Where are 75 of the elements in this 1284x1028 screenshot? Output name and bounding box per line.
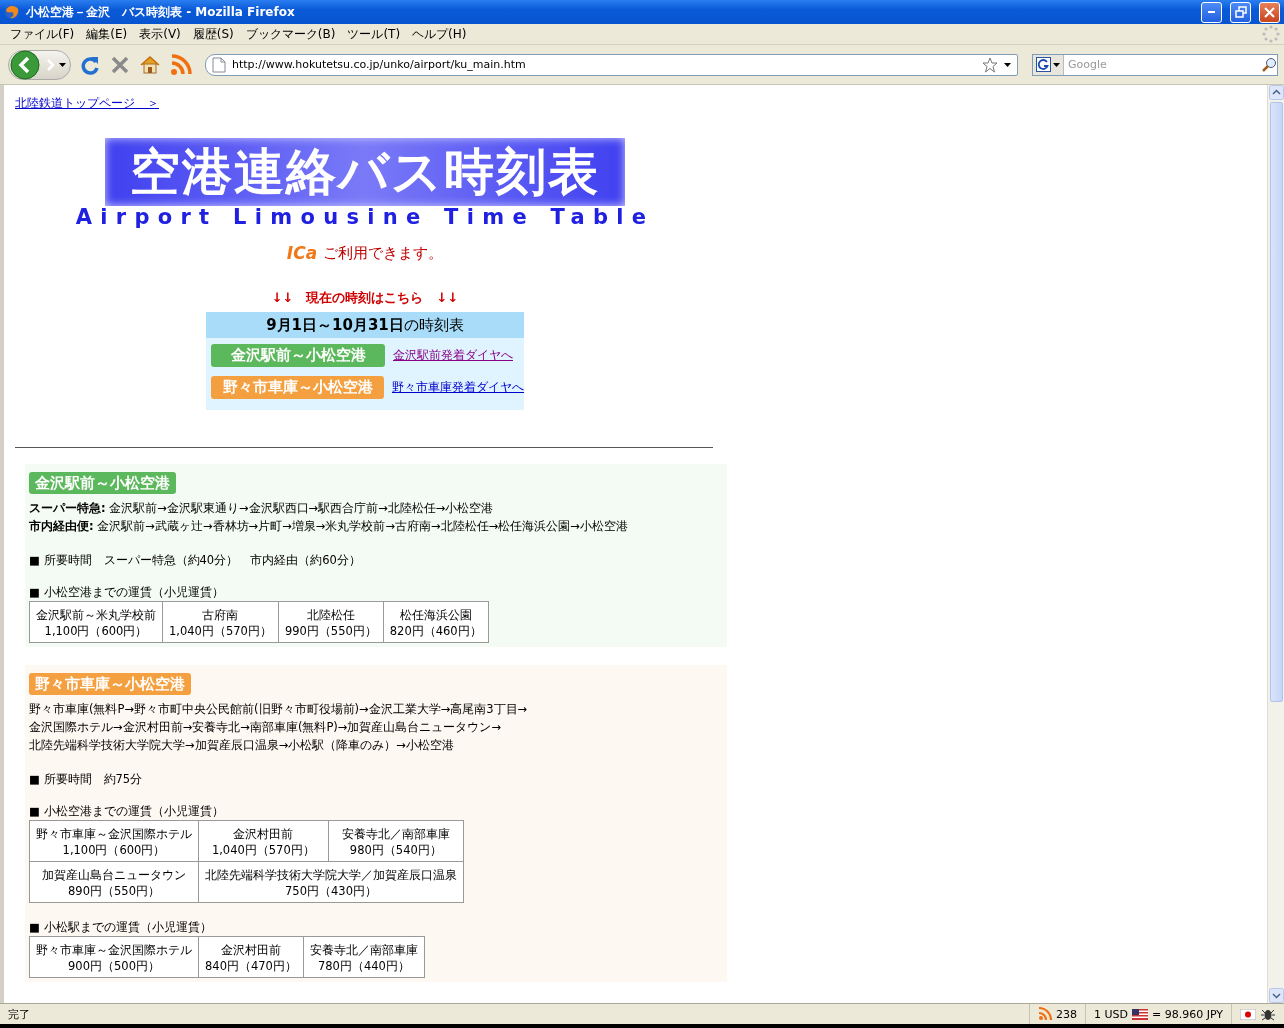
feed-count: 238 — [1055, 1007, 1077, 1021]
route-badge: 野々市車庫～小松空港 — [211, 376, 384, 399]
search-icon[interactable] — [1261, 56, 1277, 73]
ic-card-notice: ご利用できます。 — [323, 243, 444, 263]
currency-amount: 1 USD — [1093, 1007, 1128, 1021]
feed-icon[interactable] — [1037, 1007, 1052, 1021]
address-field[interactable]: http://www.hokutetsu.co.jp/unko/airport/ku_main.htm — [205, 53, 1018, 76]
back-button-icon[interactable] — [9, 49, 41, 80]
route-stops: スーパー特急: 金沢駅前→金沢駅東通り→金沢駅西口→駅西合庁前→北陸松任→小松空港 — [29, 500, 495, 516]
search-field[interactable]: Google — [1064, 58, 1261, 71]
fare-cell: 北陸先端科学技術大学院大学／加賀産辰口温泉 750円（430円） — [198, 861, 464, 903]
menu-item[interactable]: 編集(E) — [82, 25, 136, 43]
close-button[interactable] — [1259, 1, 1280, 23]
scrollbar[interactable] — [1267, 85, 1284, 1003]
top-page-link[interactable]: 北陸鉄道トップページ ＞ — [15, 95, 159, 112]
fare-cell: 金沢村田前 1,040円（570円） — [198, 820, 329, 862]
fare-table-title: ■ 小松空港までの運賃（小児運賃） — [29, 584, 225, 600]
feed-icon[interactable] — [169, 52, 193, 77]
search-engine-icon — [1036, 57, 1051, 72]
flag-icon — [1240, 1008, 1256, 1020]
home-icon[interactable] — [139, 53, 161, 76]
scroll-down-icon[interactable] — [1268, 988, 1284, 1003]
restore-button[interactable] — [1230, 1, 1251, 23]
fare-cell: 安養寺北／南部車庫 980円（540円） — [328, 820, 464, 862]
close-icon — [1264, 6, 1275, 18]
timetable-link[interactable]: 金沢駅前発着ダイヤへ — [393, 347, 513, 364]
minimize-icon — [1208, 11, 1215, 13]
timetable-link[interactable]: 野々市車庫発着ダイヤへ — [392, 379, 524, 396]
scrollbar-thumb[interactable] — [1269, 102, 1283, 702]
fare-cell: 野々市車庫～金沢国際ホテル 1,100円（600円） — [29, 820, 199, 862]
loading-throbber-icon — [1262, 25, 1280, 43]
window-title: 小松空港－金沢 バス時刻表 - Mozilla Firefox — [26, 3, 296, 21]
route-badge: 金沢駅前～小松空港 — [29, 472, 176, 494]
status-text: 完了 — [7, 1006, 31, 1022]
banner-title: 空港連絡バス時刻表 — [105, 138, 625, 206]
route-stops: 北陸先端科学技術大学院大学→加賀産辰口温泉→小松駅（降車のみ）→小松空港 — [29, 737, 455, 753]
fare-cell: 古府南 1,040円（570円） — [162, 601, 279, 643]
caret-icon — [1004, 62, 1011, 67]
fare-cell: 松任海浜公園 820円（460円） — [383, 601, 489, 643]
flag-icon — [1131, 1008, 1148, 1020]
route-badge: 野々市車庫～小松空港 — [29, 673, 191, 695]
menu-item[interactable]: 表示(V) — [135, 25, 189, 43]
route-badge: 金沢駅前～小松空港 — [211, 344, 385, 367]
bookmark-star-icon — [982, 56, 998, 73]
caret-icon — [59, 62, 66, 67]
page-icon — [212, 56, 226, 73]
period-header: 9月1日～10月31日の時刻表 — [206, 312, 524, 338]
menu-item[interactable]: 履歴(S) — [188, 25, 242, 43]
fare-table-title: ■ 小松駅までの運賃（小児運賃） — [29, 919, 213, 935]
fare-cell: 加賀産山島台ニュータウン 890円（550円） — [29, 861, 199, 903]
travel-time: ■ 所要時間 スーパー特急（約40分） 市内経由（約60分） — [29, 552, 362, 568]
current-timetable-notice: ↓↓ 現在の時刻はこちら ↓↓ — [271, 289, 459, 307]
ic-card-logo: ICa — [286, 243, 318, 263]
fare-cell: 金沢村田前 840円（470円） — [198, 936, 304, 978]
banner-subtitle: Airport Limousine Time Table — [75, 205, 655, 229]
route-stops: 市内経由便: 金沢駅前→武蔵ヶ辻→香林坊→片町→増泉→米丸学校前→古府南→北陸松任→松任海浜公園→小松空港 — [29, 518, 629, 534]
menu-item[interactable]: ヘルプ(H) — [408, 25, 475, 43]
fare-cell: 金沢駅前～米丸学校前 1,100円（600円） — [29, 601, 163, 643]
scroll-up-icon[interactable] — [1268, 85, 1284, 100]
fare-cell: 野々市車庫～金沢国際ホテル 900円（500円） — [29, 936, 199, 978]
restore-icon — [1234, 6, 1247, 18]
route-stops: 金沢国際ホテル→金沢村田前→安養寺北→南部車庫(無料P)→加賀産山島台ニュータウン→ — [29, 719, 503, 735]
search-bar[interactable]: Google — [1032, 53, 1278, 76]
travel-time: ■ 所要時間 約75分 — [29, 771, 144, 787]
fare-table-title: ■ 小松空港までの運賃（小児運賃） — [29, 803, 225, 819]
fare-cell: 安養寺北／南部車庫 780円（440円） — [303, 936, 425, 978]
minimize-button[interactable] — [1201, 1, 1222, 23]
fare-cell: 北陸松任 990円（550円） — [278, 601, 384, 643]
route-stops: 野々市車庫(無料P→野々市町中央公民館前(旧野々市町役場前)→金沢工業大学→高尾南3丁目→ — [29, 701, 529, 717]
menu-item[interactable]: ツール(T) — [343, 25, 409, 43]
firefox-logo-icon — [4, 4, 20, 20]
caret-icon — [1053, 62, 1060, 67]
menu-item[interactable]: ブックマーク(B) — [241, 25, 344, 43]
menu-item[interactable]: ファイル(F) — [6, 25, 83, 43]
currency-result: = 98.960 JPY — [1151, 1007, 1223, 1021]
